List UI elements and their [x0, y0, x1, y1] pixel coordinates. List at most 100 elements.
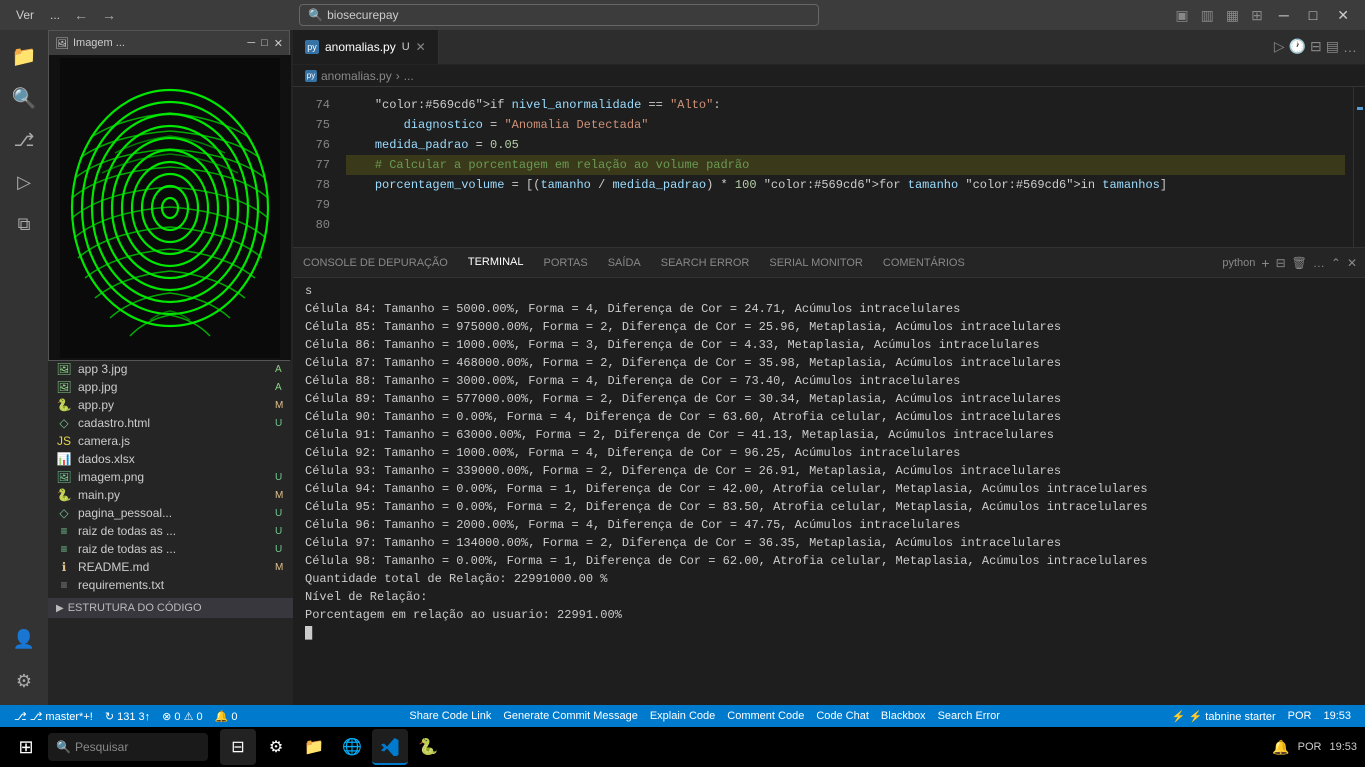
- activity-settings[interactable]: ⚙: [6, 663, 42, 699]
- run-icon[interactable]: ▷: [1274, 38, 1285, 55]
- tabnine-label: ⚡ tabnine starter: [1189, 710, 1276, 723]
- activity-debug[interactable]: ▷: [6, 164, 42, 200]
- activity-explorer[interactable]: 📁: [6, 38, 42, 74]
- menu-ver[interactable]: Ver: [8, 4, 42, 26]
- trash-icon[interactable]: 🗑: [1292, 256, 1307, 270]
- terminal-line: Célula 89: Tamanho = 577000.00%, Forma =…: [305, 390, 1353, 408]
- img-minimize-btn[interactable]: ─: [247, 37, 255, 50]
- status-lang[interactable]: POR: [1282, 710, 1318, 722]
- taskbar-icon-python[interactable]: 🐍: [410, 729, 446, 765]
- more-icon[interactable]: …: [1343, 39, 1357, 55]
- tab-close-icon[interactable]: ✕: [416, 40, 426, 54]
- nav-back[interactable]: ←: [68, 5, 94, 25]
- layout-btn-2[interactable]: ▥: [1197, 5, 1218, 26]
- taskbar-icon-chrome[interactable]: 🌐: [334, 729, 370, 765]
- taskbar-search-icon: 🔍: [56, 740, 71, 754]
- sidebar-file-item[interactable]: ℹ README.md M: [48, 558, 293, 576]
- panel-tabs: CONSOLE DE DEPURAÇÃOTERMINALPORTASSAÍDAS…: [293, 248, 1365, 278]
- sidebar-file-item[interactable]: ≡ raiz de todas as ... U: [48, 540, 293, 558]
- sidebar-file-item[interactable]: 🖼 app 3.jpg A: [48, 360, 293, 378]
- file-name: raiz de todas as ...: [78, 524, 269, 538]
- panel-tab[interactable]: COMENTÁRIOS: [873, 248, 975, 278]
- panel-tab[interactable]: SEARCH ERROR: [651, 248, 760, 278]
- sidebar-file-item[interactable]: ◇ pagina_pessoal... U: [48, 504, 293, 522]
- taskbar-icon-vscode[interactable]: [372, 729, 408, 765]
- breadcrumb-loc[interactable]: ...: [404, 69, 414, 83]
- start-button[interactable]: ⊞: [8, 729, 44, 765]
- activity-account[interactable]: 👤: [6, 621, 42, 657]
- image-icon: 🖼: [55, 37, 69, 50]
- status-commit[interactable]: Generate Commit Message: [503, 710, 638, 722]
- search-bar[interactable]: 🔍 biosecurepay: [299, 4, 819, 26]
- code-content[interactable]: "color:#569cd6">if nivel_anormalidade ==…: [338, 87, 1353, 247]
- breadcrumb-file[interactable]: anomalias.py: [321, 69, 392, 83]
- editor-area: py anomalias.py U ✕ ▷ 🕐 ⊟ ▤ … py: [293, 30, 1365, 705]
- status-blackbox[interactable]: Blackbox: [881, 710, 926, 722]
- structure-section[interactable]: ▶ ESTRUTURA DO CÓDIGO: [48, 598, 293, 618]
- sidebar-file-item[interactable]: JS camera.js: [48, 432, 293, 450]
- activity-extensions[interactable]: ⧉: [6, 206, 42, 242]
- terminal-line: Célula 98: Tamanho = 0.00%, Forma = 1, D…: [305, 552, 1353, 570]
- sidebar-file-item[interactable]: 🖼 imagem.png U: [48, 468, 293, 486]
- sidebar-file-item[interactable]: 🐍 app.py M: [48, 396, 293, 414]
- sidebar-file-item[interactable]: ≡ requirements.txt: [48, 576, 293, 594]
- panel-tab[interactable]: SAÍDA: [598, 248, 651, 278]
- file-type-icon: 🖼: [56, 380, 72, 394]
- minimize-btn[interactable]: ─: [1271, 5, 1297, 26]
- status-sync[interactable]: ↻ 131 3↑: [99, 710, 156, 723]
- panel-tab[interactable]: SERIAL MONITOR: [759, 248, 873, 278]
- status-notifs[interactable]: 🔔 0: [209, 710, 244, 723]
- status-tabnine[interactable]: ⚡ ⚡ tabnine starter: [1166, 710, 1282, 723]
- activity-search[interactable]: 🔍: [6, 80, 42, 116]
- nav-forward[interactable]: →: [96, 5, 122, 25]
- status-branch[interactable]: ⎇ ⎇ master*+!: [8, 710, 99, 723]
- file-name: app.jpg: [78, 380, 269, 394]
- sidebar-file-item[interactable]: 📊 dados.xlsx: [48, 450, 293, 468]
- status-errors[interactable]: ⊗ 0 ⚠ 0: [156, 710, 208, 723]
- sidebar-file-item[interactable]: ◇ cadastro.html U: [48, 414, 293, 432]
- layout-btn-3[interactable]: ▦: [1222, 5, 1243, 26]
- taskbar-notification-icon[interactable]: 🔔: [1272, 739, 1289, 756]
- layout-btn-1[interactable]: ▣: [1171, 5, 1192, 26]
- image-title-bar[interactable]: 🖼 Imagem ... ─ □ ✕: [49, 31, 289, 55]
- code-editor: 74757677787980 "color:#569cd6">if nivel_…: [293, 87, 1365, 247]
- sidebar-file-item[interactable]: ≡ raiz de todas as ... U: [48, 522, 293, 540]
- search-text: biosecurepay: [327, 8, 398, 22]
- restore-btn[interactable]: □: [1301, 5, 1325, 26]
- status-share[interactable]: Share Code Link: [409, 710, 491, 722]
- menu-more[interactable]: ...: [44, 4, 66, 26]
- img-close-btn[interactable]: ✕: [274, 37, 283, 50]
- split-icon[interactable]: ⊟: [1310, 38, 1322, 55]
- panel-layout-icon[interactable]: ▤: [1326, 38, 1339, 55]
- file-name: main.py: [78, 488, 269, 502]
- terminal-content[interactable]: sCélula 84: Tamanho = 5000.00%, Forma = …: [293, 278, 1365, 705]
- right-gutter: [1353, 87, 1365, 247]
- panel-tab[interactable]: PORTAS: [534, 248, 598, 278]
- sidebar-file-item[interactable]: 🖼 app.jpg A: [48, 378, 293, 396]
- taskbar-search[interactable]: 🔍 Pesquisar: [48, 733, 208, 761]
- split-terminal-btn[interactable]: ⊟: [1276, 256, 1286, 270]
- panel-close-btn[interactable]: ✕: [1347, 256, 1357, 270]
- panel: CONSOLE DE DEPURAÇÃOTERMINALPORTASSAÍDAS…: [293, 247, 1365, 705]
- taskbar-icon-terminal[interactable]: ⊟: [220, 729, 256, 765]
- taskbar-icon-settings[interactable]: ⚙: [258, 729, 294, 765]
- close-btn[interactable]: ✕: [1329, 5, 1357, 26]
- taskbar-icon-folder[interactable]: 📁: [296, 729, 332, 765]
- status-codechat[interactable]: Code Chat: [816, 710, 869, 722]
- terminal-line: Célula 86: Tamanho = 1000.00%, Forma = 3…: [305, 336, 1353, 354]
- img-maximize-btn[interactable]: □: [261, 37, 268, 50]
- chevron-up-icon[interactable]: ⌃: [1331, 256, 1341, 270]
- file-badge: M: [275, 490, 285, 501]
- activity-git[interactable]: ⎇: [6, 122, 42, 158]
- status-comment[interactable]: Comment Code: [727, 710, 804, 722]
- history-icon[interactable]: 🕐: [1289, 38, 1306, 55]
- panel-more-btn[interactable]: …: [1313, 256, 1325, 270]
- layout-btn-4[interactable]: ⊞: [1247, 5, 1267, 26]
- status-explain[interactable]: Explain Code: [650, 710, 715, 722]
- tab-anomalias[interactable]: py anomalias.py U ✕: [293, 30, 439, 64]
- panel-tab[interactable]: CONSOLE DE DEPURAÇÃO: [293, 248, 458, 278]
- sidebar-file-item[interactable]: 🐍 main.py M: [48, 486, 293, 504]
- panel-tab[interactable]: TERMINAL: [458, 248, 534, 278]
- add-terminal-btn[interactable]: +: [1261, 255, 1269, 271]
- status-searcherror[interactable]: Search Error: [938, 710, 1000, 722]
